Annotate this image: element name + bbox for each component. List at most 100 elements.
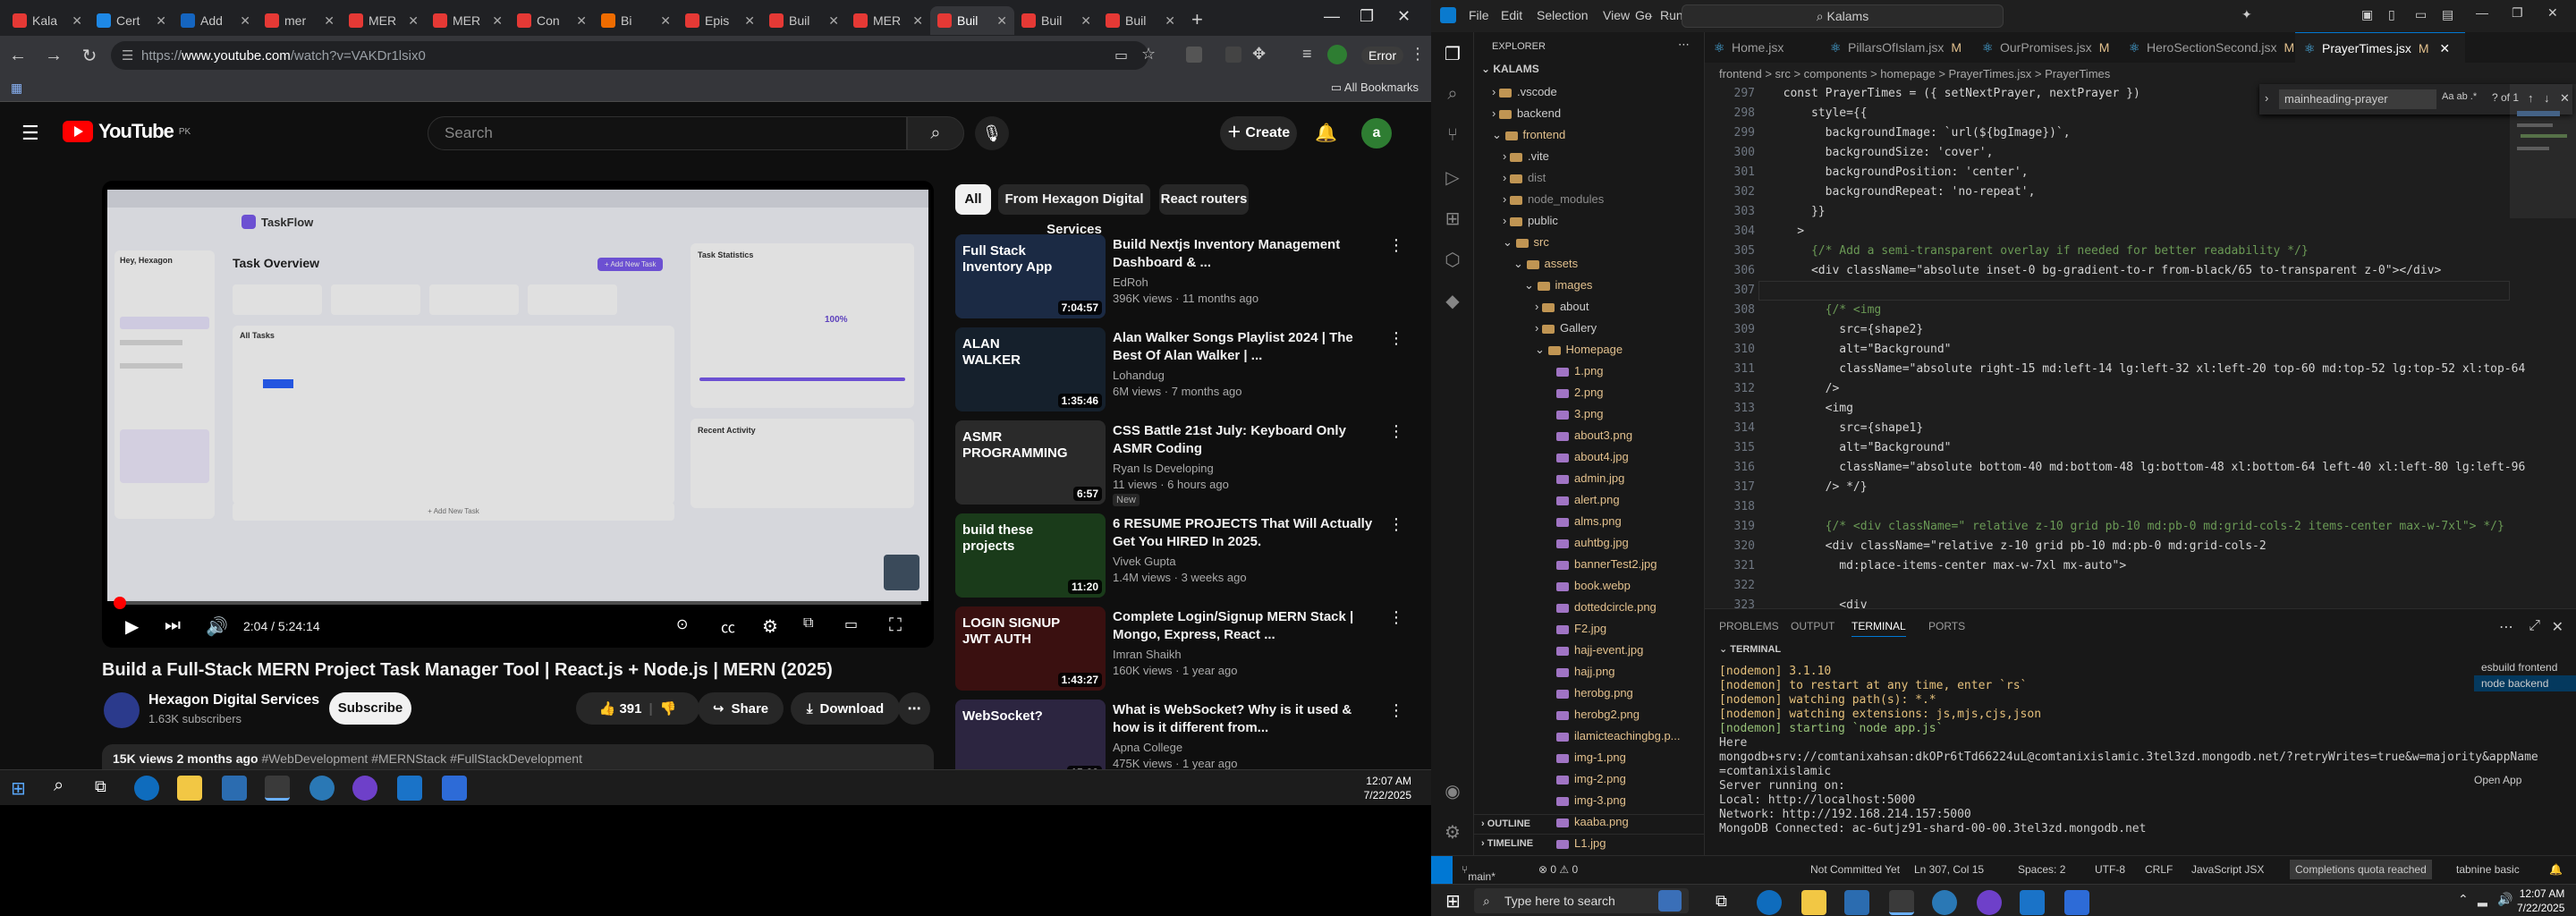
settings-gear-icon[interactable]: ⚙ bbox=[762, 615, 778, 638]
task-view-icon[interactable]: ⧉ bbox=[1716, 892, 1727, 911]
forward-icon[interactable]: → bbox=[36, 46, 72, 66]
tree-item[interactable]: hajj-event.jpg bbox=[1474, 640, 1643, 660]
maximize-icon[interactable]: ❐ bbox=[1360, 7, 1374, 26]
filter-chip[interactable]: From Hexagon Digital Services bbox=[998, 184, 1150, 237]
terminal-instance[interactable]: node backend bbox=[2474, 675, 2576, 691]
minimize-icon[interactable]: — bbox=[2476, 5, 2488, 20]
language-mode[interactable]: JavaScript JSX bbox=[2191, 863, 2264, 876]
recommended-video[interactable]: LOGIN SIGNUP JWT AUTH 1:43:27 Complete Log… bbox=[955, 606, 1420, 692]
tree-item[interactable]: › backend bbox=[1474, 104, 1561, 123]
file-explorer-icon[interactable] bbox=[177, 776, 202, 801]
tab-close-icon[interactable]: ✕ bbox=[828, 13, 839, 29]
editor-tab[interactable]: ⚛ HeroSectionSecond.jsx M bbox=[2120, 32, 2295, 63]
browser-tab[interactable]: MER ✕ bbox=[342, 6, 426, 35]
account-avatar[interactable]: a bbox=[1361, 118, 1392, 148]
minimap-viewport[interactable] bbox=[2510, 84, 2576, 218]
tree-item[interactable]: › .vscode bbox=[1474, 82, 1557, 102]
tree-item[interactable]: › about bbox=[1474, 297, 1589, 317]
tree-item[interactable]: img-3.png bbox=[1474, 791, 1626, 810]
restore-icon[interactable]: ❐ bbox=[2512, 5, 2523, 21]
more-options-icon[interactable]: ⋮ bbox=[1388, 422, 1404, 441]
code-editor[interactable]: 297 const PrayerTimes = ({ setNextPrayer… bbox=[1705, 84, 2526, 671]
tab-close-icon[interactable]: ✕ bbox=[492, 13, 503, 29]
fullscreen-icon[interactable]: ⛶ bbox=[889, 615, 902, 636]
branch-status[interactable]: ⑂ main* bbox=[1462, 863, 1496, 883]
code-line[interactable]: alt="Background" bbox=[1769, 340, 1951, 360]
quota-warning[interactable]: Completions quota reached bbox=[2290, 860, 2432, 879]
notifications-bell-icon[interactable]: 🔔 bbox=[1315, 122, 1337, 144]
url-input[interactable]: ☰ https://www.youtube.com/watch?v=VAKDr1… bbox=[111, 41, 1148, 70]
tree-item[interactable]: img-1.png bbox=[1474, 748, 1626, 768]
code-line[interactable]: > bbox=[1769, 222, 1804, 242]
remote-indicator[interactable] bbox=[1431, 856, 1453, 884]
tab-close-icon[interactable]: ✕ bbox=[744, 13, 755, 29]
code-line[interactable]: backgroundRepeat: 'no-repeat', bbox=[1769, 182, 2036, 202]
github-desktop-icon[interactable] bbox=[352, 776, 377, 801]
browser-tab[interactable]: Add ✕ bbox=[174, 6, 258, 35]
recommended-title[interactable]: Build Nextjs Inventory Management Dashbo… bbox=[1113, 236, 1381, 272]
tab-close-icon[interactable]: ✕ bbox=[324, 13, 335, 29]
toggle-sidebar-icon[interactable]: ▯ bbox=[2388, 7, 2395, 22]
browser-tab[interactable]: Buil ✕ bbox=[930, 6, 1014, 35]
recommended-title[interactable]: Complete Login/Signup MERN Stack | Mongo… bbox=[1113, 608, 1381, 644]
video-player[interactable]: TaskFlow Hey, Hexagon Task Overview + Ad… bbox=[102, 181, 934, 648]
code-line[interactable]: alt="Background" bbox=[1769, 438, 1951, 458]
close-icon[interactable]: ✕ bbox=[1397, 7, 1411, 26]
recommended-video[interactable]: ASMR PROGRAMMING 6:57 CSS Battle 21st July… bbox=[955, 420, 1420, 506]
error-chip[interactable]: Error bbox=[1361, 47, 1404, 64]
tree-item[interactable]: › node_modules bbox=[1474, 190, 1604, 209]
video-thumbnail[interactable]: ASMR PROGRAMMING 6:57 bbox=[955, 420, 1106, 505]
bookmark-star-icon[interactable]: ☆ bbox=[1141, 45, 1156, 64]
recommended-channel[interactable]: EdRoh bbox=[1113, 276, 1148, 289]
find-input[interactable]: mainheading-prayer bbox=[2279, 89, 2436, 109]
network-icon[interactable]: ▂ bbox=[2478, 892, 2487, 907]
video-thumbnail[interactable]: Full Stack Inventory App 7:04:57 bbox=[955, 234, 1106, 318]
code-line[interactable]: className="absolute bottom-40 md:bottom-… bbox=[1769, 458, 2525, 478]
code-line[interactable]: md:place-items-center max-w-7xl mx-auto"… bbox=[1769, 556, 2126, 576]
recommended-channel[interactable]: Apna College bbox=[1113, 741, 1182, 754]
tree-item[interactable]: admin.jpg bbox=[1474, 469, 1624, 488]
problems-status[interactable]: ⊗ 0 ⚠ 0 bbox=[1538, 863, 1578, 876]
explorer-icon[interactable]: ❐ bbox=[1442, 43, 1463, 64]
tree-item[interactable]: › Gallery bbox=[1474, 318, 1597, 338]
code-line[interactable]: style={{ bbox=[1769, 104, 1868, 123]
app-icon[interactable] bbox=[309, 776, 335, 801]
video-scrubber[interactable] bbox=[113, 597, 126, 609]
apps-grid-icon[interactable]: ▦ bbox=[11, 81, 22, 96]
minimize-icon[interactable]: — bbox=[1324, 7, 1340, 26]
browser-tab[interactable]: mer ✕ bbox=[258, 6, 342, 35]
store-icon[interactable] bbox=[1844, 890, 1869, 915]
site-info-icon[interactable]: ☰ bbox=[122, 47, 133, 64]
search-icon[interactable]: ⌕ bbox=[1442, 84, 1463, 106]
recommended-channel[interactable]: Vivek Gupta bbox=[1113, 555, 1176, 568]
back-icon[interactable]: ← bbox=[0, 46, 36, 66]
vscode-taskbar-icon[interactable] bbox=[397, 776, 422, 801]
breadcrumb[interactable]: frontend > src > components > homepage >… bbox=[1705, 64, 2110, 84]
tree-item[interactable]: F2.jpg bbox=[1474, 619, 1606, 639]
code-line[interactable]: backgroundPosition: 'center', bbox=[1769, 163, 2029, 182]
play-icon[interactable]: ▶ bbox=[125, 615, 139, 638]
code-line[interactable]: className="absolute right-15 md:left-14 … bbox=[1769, 360, 2525, 379]
like-button[interactable]: 👍 391 bbox=[599, 700, 642, 717]
tree-item[interactable]: img-2.png bbox=[1474, 769, 1626, 789]
layout-icon[interactable]: ▣ bbox=[2361, 7, 2373, 22]
volume-icon[interactable]: 🔊 bbox=[2497, 892, 2512, 907]
github-desktop-icon[interactable] bbox=[1977, 890, 2002, 915]
browser-tab[interactable]: Kala ✕ bbox=[5, 6, 89, 35]
tree-item[interactable]: dottedcircle.png bbox=[1474, 598, 1657, 617]
tree-item[interactable]: › dist bbox=[1474, 168, 1546, 188]
close-panel-icon[interactable]: ✕ bbox=[2552, 618, 2563, 636]
chrome-menu-icon[interactable]: ⋮ bbox=[1410, 45, 1426, 64]
video-thumbnail[interactable]: LOGIN SIGNUP JWT AUTH 1:43:27 bbox=[955, 606, 1106, 691]
more-options-icon[interactable]: ⋮ bbox=[1388, 608, 1404, 627]
tree-item[interactable]: ilamicteachingbg.p... bbox=[1474, 726, 1681, 746]
edge-icon[interactable] bbox=[1757, 890, 1782, 915]
browser-tab[interactable]: Cert ✕ bbox=[89, 6, 174, 35]
video-progress-bar[interactable] bbox=[113, 597, 921, 609]
windows-start-icon[interactable]: ⊞ bbox=[11, 777, 26, 800]
autoplay-toggle-icon[interactable]: ⊙ bbox=[676, 615, 688, 633]
code-line[interactable]: src={shape1} bbox=[1769, 419, 1923, 438]
recommended-video[interactable]: ALAN WALKER 1:35:46 Alan Walker Songs Play… bbox=[955, 327, 1420, 413]
outline-section[interactable]: › OUTLINE bbox=[1474, 814, 1705, 834]
reload-icon[interactable]: ↻ bbox=[72, 45, 107, 67]
